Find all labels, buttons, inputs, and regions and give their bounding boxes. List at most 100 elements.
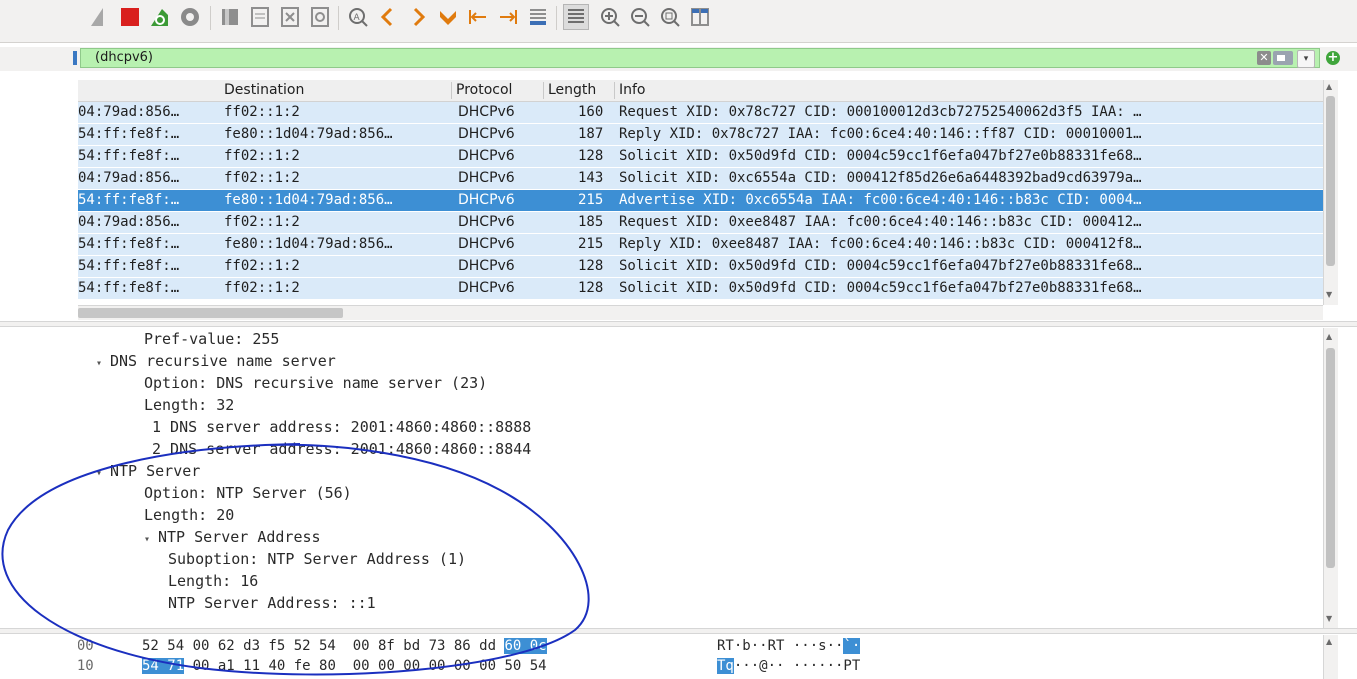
details-scrollbar[interactable]: ▲ ▼ — [1323, 328, 1338, 630]
packet-bytes-pane: 0000 52 54 00 62 d3 f5 52 54 00 8f bd 73 … — [78, 635, 1323, 679]
pane-splitter-bottom[interactable] — [0, 628, 1357, 634]
tree-label: DNS recursive name server — [110, 352, 336, 370]
table-row[interactable]: 54:ff:fe8f:… ff02::1:2 DHCPv6 128 Solicit XI… — [78, 256, 1323, 277]
tree-leaf[interactable]: Option: NTP Server (56) — [144, 484, 352, 502]
column-header-info[interactable]: Info — [619, 82, 646, 98]
open-file-icon[interactable] — [217, 4, 243, 30]
go-forward-icon[interactable] — [405, 4, 431, 30]
tree-node-expanded[interactable]: ▾ DNS recursive name server — [96, 352, 336, 370]
expand-arrow-icon[interactable]: ▾ — [96, 468, 110, 479]
tree-leaf[interactable]: 1 DNS server address: 2001:4860:4860::88… — [152, 418, 531, 436]
table-row[interactable]: 04:79ad:856… ff02::1:2 DHCPv6 143 Solicit XI… — [78, 168, 1323, 189]
ascii-bytes[interactable]: RT·b··RT ···s··`· — [717, 638, 861, 654]
go-back-icon[interactable] — [375, 4, 401, 30]
save-file-icon[interactable] — [247, 4, 273, 30]
highlighted-ascii: `· — [843, 638, 861, 654]
tree-leaf[interactable]: Option: DNS recursive name server (23) — [144, 374, 487, 392]
cell-destination: ff02::1:2 — [224, 214, 300, 230]
cell-info: Request XID: 0xee8487 IAA: fc00:6ce4:40:… — [619, 214, 1142, 230]
tree-leaf[interactable]: Length: 20 — [144, 506, 234, 524]
cell-info: Solicit XID: 0x50d9fd CID: 0004c59cc1f6e… — [619, 258, 1142, 274]
add-filter-button-icon[interactable]: + — [1326, 51, 1340, 65]
tree-leaf[interactable]: Length: 16 — [168, 572, 258, 590]
tree-label: NTP Server Address: ::1 — [168, 594, 376, 612]
cell-length: 187 — [578, 126, 604, 142]
tree-leaf[interactable]: 2 DNS server address: 2001:4860:4860::88… — [152, 440, 531, 458]
tree-label: Length: 16 — [168, 572, 259, 590]
cell-source: 54:ff:fe8f:… — [78, 236, 180, 252]
filter-history-dropdown[interactable]: ▾ — [1297, 50, 1315, 68]
colorize-icon[interactable] — [563, 4, 589, 30]
tree-label: Length: 20 — [144, 506, 235, 524]
cell-info: Reply XID: 0x78c727 IAA: fc00:6ce4:40:14… — [619, 126, 1142, 142]
cell-source: 54:ff:fe8f:… — [78, 126, 180, 142]
cell-protocol: DHCPv6 — [458, 280, 515, 296]
ascii-bytes[interactable]: Tq···@·· ······PT — [717, 658, 860, 674]
column-header-protocol[interactable]: Protocol — [456, 82, 512, 98]
table-row[interactable]: 54:ff:fe8f:… ff02::1:2 DHCPv6 128 Solicit XI… — [78, 146, 1323, 167]
cell-source: 04:79ad:856… — [78, 214, 180, 230]
highlighted-hex: 54 71 — [142, 658, 185, 674]
expand-arrow-icon[interactable]: ▾ — [144, 534, 158, 545]
tree-leaf[interactable]: Suboption: NTP Server Address (1) — [168, 550, 466, 568]
cell-destination: ff02::1:2 — [224, 148, 300, 164]
reload-file-icon[interactable] — [307, 4, 333, 30]
cell-destination: ff02::1:2 — [224, 170, 300, 186]
tree-label: NTP Server — [110, 462, 201, 480]
cell-source: 54:ff:fe8f:… — [78, 280, 180, 296]
bytes-scrollbar[interactable]: ▲ — [1323, 635, 1338, 679]
stop-capture-icon[interactable] — [117, 4, 143, 30]
apply-filter-icon[interactable] — [1273, 51, 1293, 65]
hex-bytes[interactable]: 52 54 00 62 d3 f5 52 54 00 8f bd 73 86 d… — [142, 638, 547, 654]
tree-leaf[interactable]: NTP Server Address: ::1 — [168, 594, 376, 612]
table-row[interactable]: 04:79ad:856… ff02::1:2 DHCPv6 185 Request XI… — [78, 212, 1323, 233]
column-header-destination[interactable]: Destination — [224, 82, 304, 98]
close-file-icon[interactable] — [277, 4, 303, 30]
cell-destination: fe80::1d04:79ad:856… — [224, 192, 393, 208]
highlighted-ascii: Tq — [717, 658, 734, 674]
tree-node-expanded[interactable]: ▾ NTP Server Address — [144, 528, 321, 546]
normal-size-icon[interactable] — [657, 4, 683, 30]
expand-arrow-icon[interactable]: ▾ — [96, 358, 110, 369]
pane-splitter-top[interactable] — [0, 321, 1357, 327]
highlighted-hex: 60 0c — [504, 638, 547, 654]
tree-node-expanded[interactable]: ▾ NTP Server — [96, 462, 200, 480]
last-packet-icon[interactable] — [495, 4, 521, 30]
hex-bytes[interactable]: 54 71 00 a1 11 40 fe 80 00 00 00 00 00 0… — [142, 658, 547, 674]
table-row[interactable]: 54:ff:fe8f:… ff02::1:2 DHCPv6 128 Solicit XI… — [78, 278, 1323, 299]
restart-capture-icon[interactable] — [147, 4, 173, 30]
clear-filter-icon[interactable]: ✕ — [1257, 51, 1271, 65]
table-row[interactable]: 54:ff:fe8f:… fe80::1d04:79ad:856… DHCPv6 18… — [78, 124, 1323, 145]
cell-info: Advertise XID: 0xc6554a IAA: fc00:6ce4:4… — [619, 192, 1142, 208]
cell-source: 54:ff:fe8f:… — [78, 258, 180, 274]
first-packet-icon[interactable] — [465, 4, 491, 30]
cell-length: 143 — [578, 170, 604, 186]
capture-options-icon[interactable] — [177, 4, 203, 30]
cell-length: 160 — [578, 104, 604, 120]
cell-source: 04:79ad:856… — [78, 104, 180, 120]
table-row-selected[interactable]: 54:ff:fe8f:… fe80::1d04:79ad:856… DHCPv6 21… — [78, 190, 1323, 211]
packet-list-hscrollbar[interactable] — [78, 305, 1323, 320]
tree-label: Suboption: NTP Server Address (1) — [168, 550, 467, 568]
packet-list-scrollbar[interactable]: ▲ ▼ — [1323, 80, 1338, 305]
auto-scroll-icon[interactable] — [525, 4, 551, 30]
go-to-packet-icon[interactable] — [435, 4, 461, 30]
table-row[interactable]: 04:79ad:856… ff02::1:2 DHCPv6 160 Request XI… — [78, 102, 1323, 123]
display-filter-input[interactable]: (dhcpv6) ✕ ▾ — [73, 48, 1320, 68]
zoom-in-icon[interactable] — [597, 4, 623, 30]
column-header-length[interactable]: Length — [548, 82, 596, 98]
packet-details-tree: Pref-value: 255 ▾ DNS recursive name serve… — [78, 328, 1323, 630]
hex-text: 52 54 00 62 d3 f5 52 54 00 8f bd 73 86 d… — [142, 638, 505, 654]
shark-fin-start-icon[interactable] — [87, 4, 113, 30]
find-packet-icon[interactable]: A — [345, 4, 371, 30]
tree-leaf[interactable]: Length: 32 — [144, 396, 234, 414]
zoom-out-icon[interactable] — [627, 4, 653, 30]
tree-leaf[interactable]: Pref-value: 255 — [144, 330, 279, 348]
cell-destination: fe80::1d04:79ad:856… — [224, 236, 393, 252]
table-row[interactable]: 54:ff:fe8f:… fe80::1d04:79ad:856… DHCPv6 21… — [78, 234, 1323, 255]
main-toolbar: A — [0, 0, 1357, 43]
tree-label: Option: DNS recursive name server (23) — [144, 374, 488, 392]
bookmark-icon[interactable] — [73, 51, 77, 65]
resize-columns-icon[interactable] — [687, 4, 713, 30]
cell-length: 128 — [578, 280, 604, 296]
